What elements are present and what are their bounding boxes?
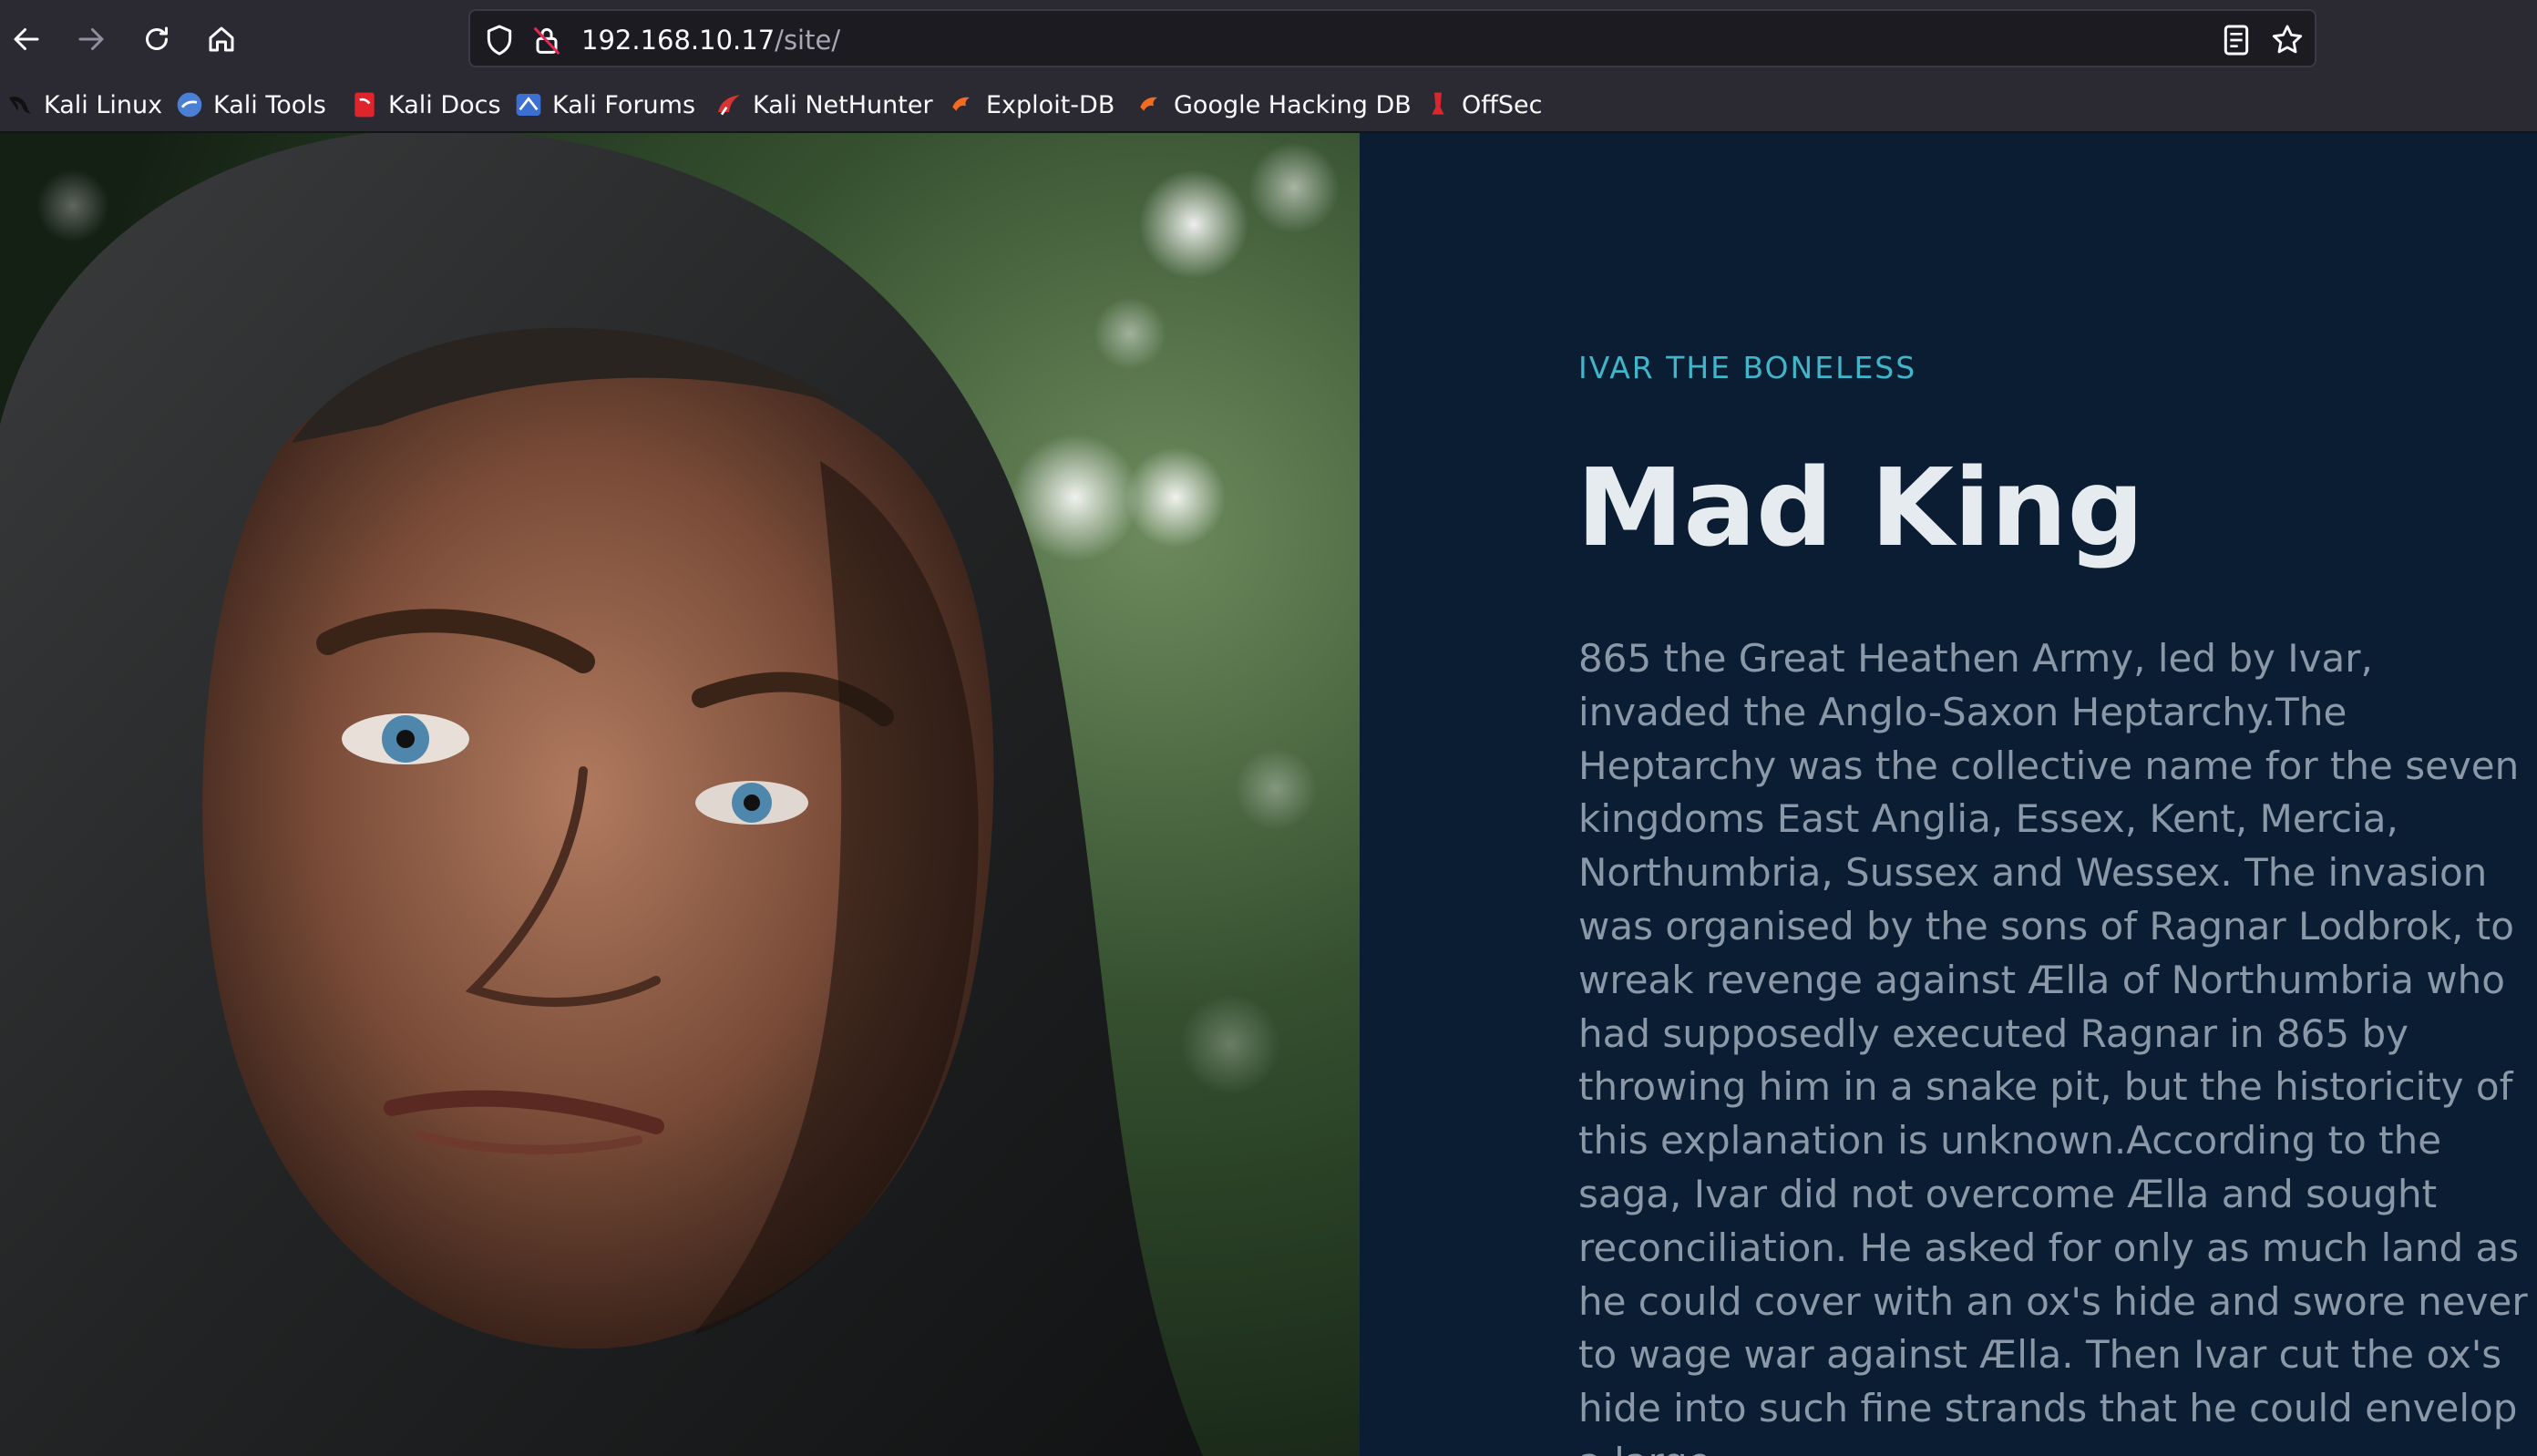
bookmark-kali-forums[interactable]: Kali Forums (514, 86, 695, 124)
url-host: 192.168.10.17 (581, 25, 775, 56)
bookmark-exploit-db[interactable]: Exploit-DB (948, 86, 1114, 124)
bookmark-google-hacking-db[interactable]: Google Hacking DB (1135, 86, 1412, 124)
bookmarks-toolbar: Kali Linux Kali Tools Kali Docs Kali For… (0, 78, 2537, 132)
bookmark-offsec[interactable]: OffSec (1423, 86, 1542, 124)
bookmark-label: Kali Forums (552, 90, 696, 119)
kali-dragon-icon (9, 96, 31, 114)
bookmark-label: Google Hacking DB (1174, 90, 1412, 119)
bookmark-star-icon[interactable] (2269, 22, 2306, 58)
bookmark-kali-docs[interactable]: Kali Docs (350, 86, 501, 124)
lock-insecure-icon[interactable] (529, 22, 565, 58)
article-panel: IVAR THE BONELESS Mad King 865 the Great… (1360, 133, 2537, 1456)
back-button[interactable] (4, 16, 49, 62)
bookmark-label: Kali Tools (213, 90, 326, 119)
hero-photo-portrait (0, 133, 1360, 1456)
home-button[interactable] (199, 16, 244, 62)
ghdb-icon (1140, 97, 1157, 111)
navigation-toolbar: 192.168.10.17/site/ (0, 0, 2537, 78)
bookmark-kali-nethunter[interactable]: Kali NetHunter (714, 86, 933, 124)
shield-icon[interactable] (481, 22, 518, 58)
bookmark-label: Kali Docs (388, 90, 501, 119)
exploit-db-icon (952, 97, 970, 111)
bookmark-label: Exploit-DB (986, 90, 1115, 119)
reader-view-icon[interactable] (2218, 22, 2255, 58)
browser-chrome: 192.168.10.17/site/ Kali Linux Kali Tool… (0, 0, 2537, 133)
bookmark-kali-tools[interactable]: Kali Tools (175, 86, 326, 124)
url-text[interactable]: 192.168.10.17/site/ (581, 24, 840, 56)
kali-tools-icon (177, 92, 202, 118)
bookmark-label: Kali NetHunter (753, 90, 933, 119)
nethunter-icon (718, 95, 740, 116)
article-body: 865 the Great Heathen Army, led by Ivar,… (1578, 636, 2528, 1456)
article-eyebrow: IVAR THE BONELESS (1578, 350, 1917, 385)
address-bar[interactable]: 192.168.10.17/site/ (468, 9, 2316, 67)
bookmark-kali-linux[interactable]: Kali Linux (5, 86, 162, 124)
kali-forums-icon (516, 94, 541, 116)
forward-button[interactable] (68, 16, 114, 62)
url-path: /site/ (775, 25, 841, 56)
bookmark-label: Kali Linux (44, 90, 163, 119)
portrait-illustration (0, 133, 1360, 1456)
home-icon (209, 26, 234, 52)
offsec-icon (1432, 92, 1444, 115)
bookmark-label: OffSec (1462, 90, 1543, 119)
article-title: Mad King (1577, 445, 2144, 570)
reload-button[interactable] (134, 16, 180, 62)
reload-icon (146, 26, 168, 50)
arrow-left-icon (14, 28, 39, 50)
kali-docs-icon (354, 92, 375, 118)
arrow-right-icon (78, 28, 104, 50)
